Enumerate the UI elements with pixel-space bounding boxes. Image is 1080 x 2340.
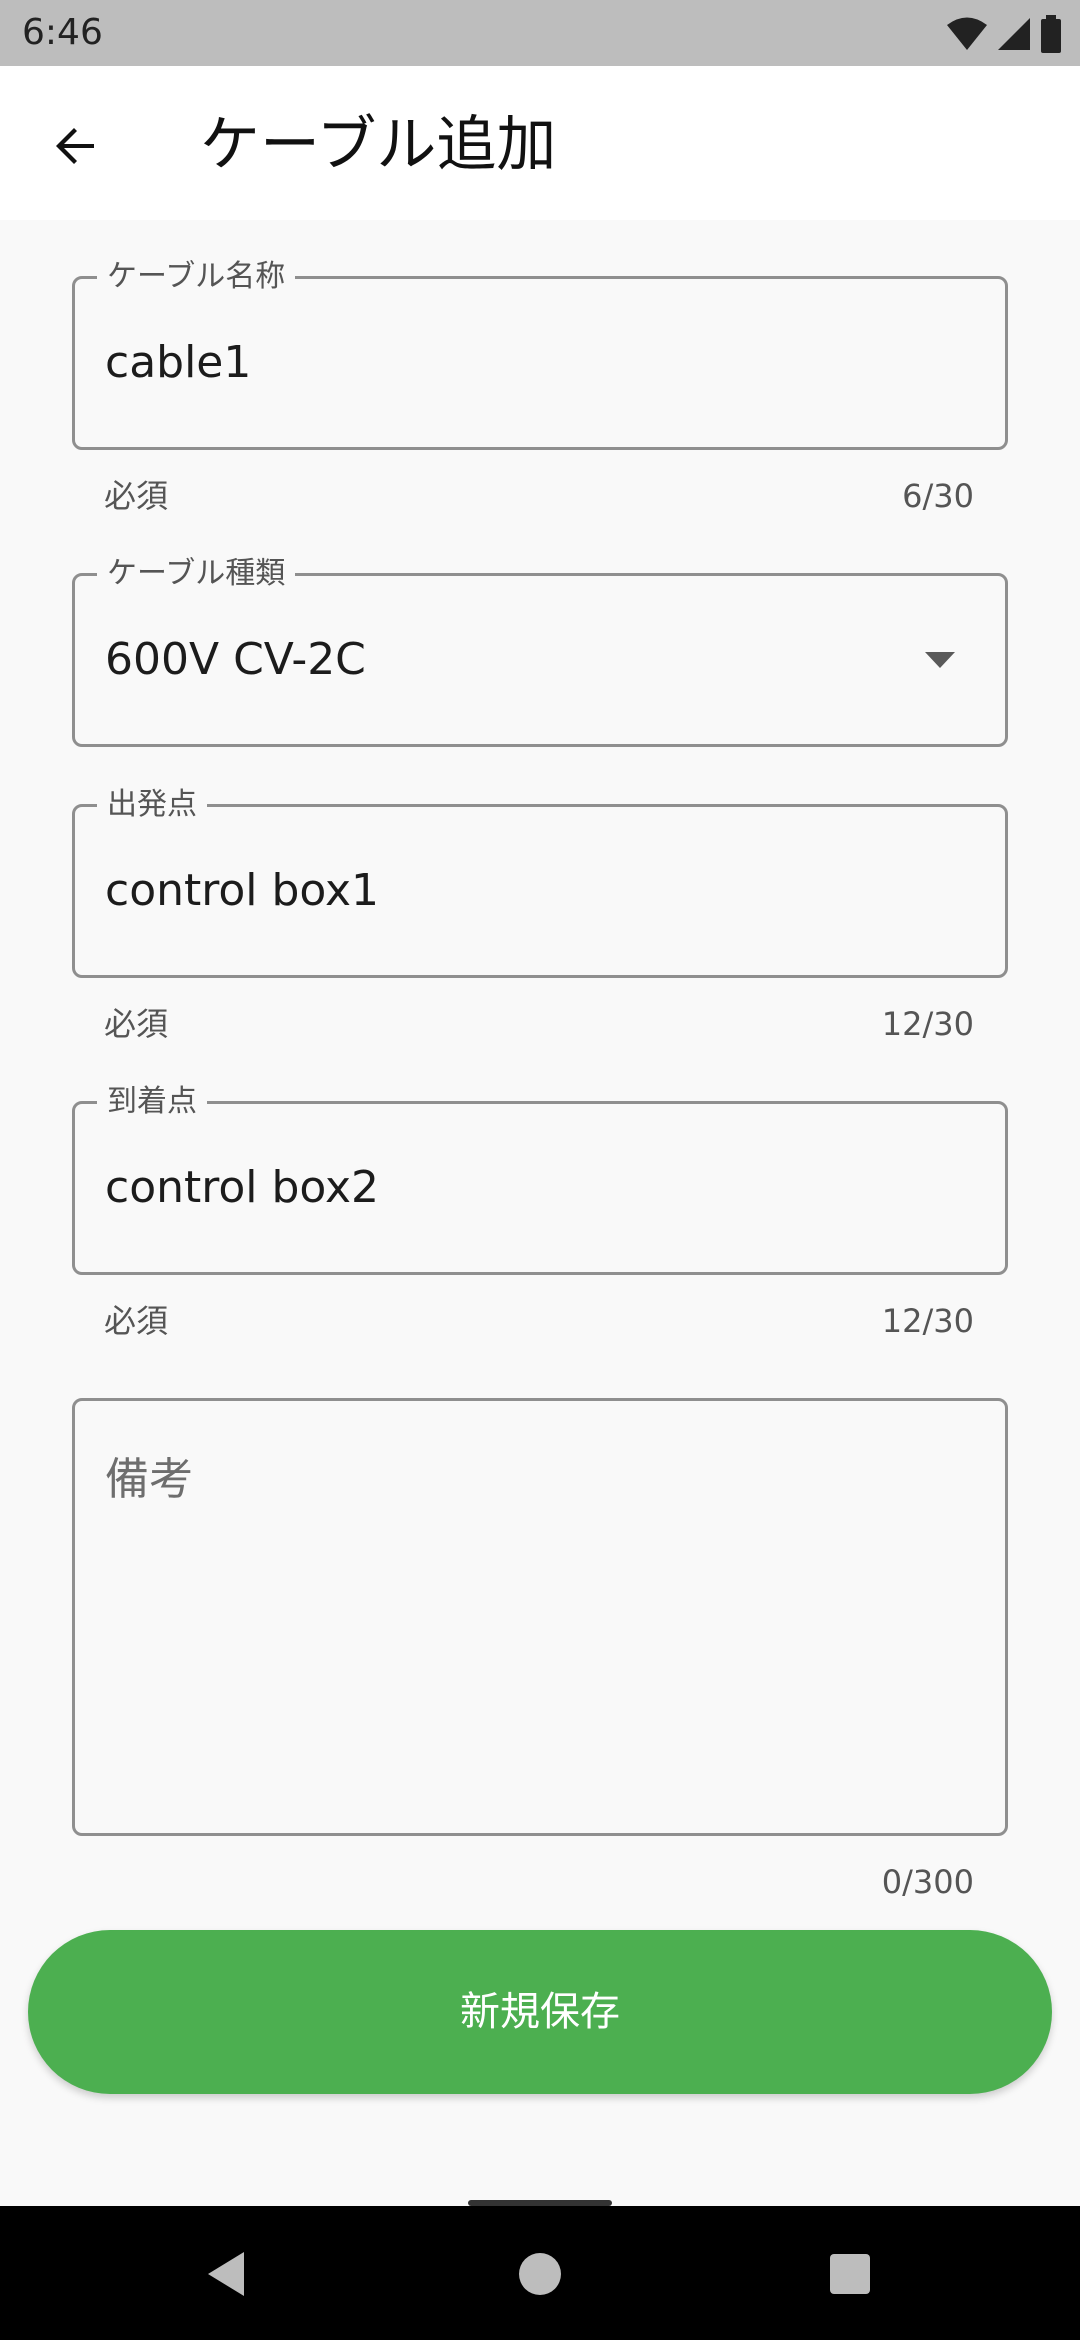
- nav-home-button[interactable]: [508, 2242, 572, 2306]
- save-button[interactable]: 新規保存: [28, 1930, 1052, 2094]
- destination-field[interactable]: 到着点 control box2: [72, 1082, 1008, 1275]
- system-nav-bar: [0, 2206, 1080, 2340]
- destination-counter: 12/30: [881, 1302, 974, 1340]
- back-button[interactable]: [36, 106, 116, 186]
- destination-label: 到着点: [97, 1082, 207, 1122]
- wifi-icon: [947, 17, 987, 50]
- cable-name-label: ケーブル名称: [97, 257, 296, 297]
- save-button-label: 新規保存: [460, 1989, 620, 2035]
- nav-recents-button[interactable]: [818, 2242, 882, 2306]
- destination-helper: 必須: [104, 1302, 169, 1340]
- battery-icon: [1041, 15, 1061, 53]
- remarks-placeholder: 備考: [105, 1454, 193, 1505]
- origin-value: control box1: [105, 865, 380, 916]
- dropdown-arrow-icon: [925, 652, 955, 668]
- status-time: 6:46: [22, 12, 103, 53]
- cable-type-value: 600V CV-2C: [105, 634, 366, 685]
- cable-type-label: ケーブル種類: [97, 554, 296, 594]
- destination-value: control box2: [105, 1162, 380, 1213]
- cable-name-field[interactable]: ケーブル名称 cable1: [72, 257, 1008, 450]
- app-bar: ケーブル追加: [0, 66, 1080, 220]
- status-bar: 6:46: [0, 0, 1080, 66]
- status-icons: [946, 14, 1062, 54]
- origin-field[interactable]: 出発点 control box1: [72, 785, 1008, 978]
- origin-helper: 必須: [104, 1005, 169, 1043]
- home-circle-icon: [519, 2253, 561, 2295]
- arrow-back-icon: [56, 128, 94, 164]
- back-triangle-icon: [208, 2252, 244, 2296]
- origin-counter: 12/30: [881, 1005, 974, 1043]
- cable-name-value: cable1: [105, 337, 252, 388]
- origin-label: 出発点: [97, 785, 207, 825]
- cable-type-dropdown[interactable]: ケーブル種類 600V CV-2C: [72, 554, 1008, 747]
- page-title: ケーブル追加: [200, 110, 557, 180]
- remarks-textarea[interactable]: 備考: [72, 1398, 1008, 1836]
- recents-square-icon: [830, 2254, 870, 2294]
- nav-back-button[interactable]: [194, 2242, 258, 2306]
- remarks-counter: 0/300: [881, 1863, 974, 1901]
- cable-name-counter: 6/30: [902, 477, 974, 515]
- cable-name-helper: 必須: [104, 477, 169, 515]
- signal-icon: [998, 18, 1030, 50]
